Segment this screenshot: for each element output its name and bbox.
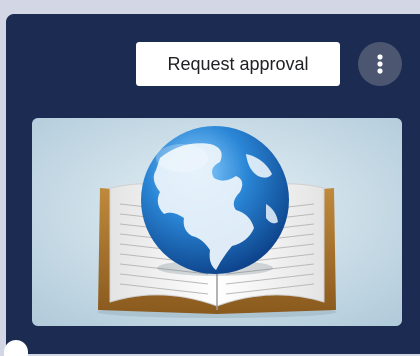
content-card: Request approval bbox=[6, 14, 420, 354]
more-options-button[interactable] bbox=[358, 42, 402, 86]
card-thumbnail[interactable] bbox=[32, 118, 402, 326]
globe-book-illustration bbox=[32, 118, 402, 326]
request-approval-button[interactable]: Request approval bbox=[136, 42, 340, 86]
more-vert-icon bbox=[377, 54, 383, 74]
